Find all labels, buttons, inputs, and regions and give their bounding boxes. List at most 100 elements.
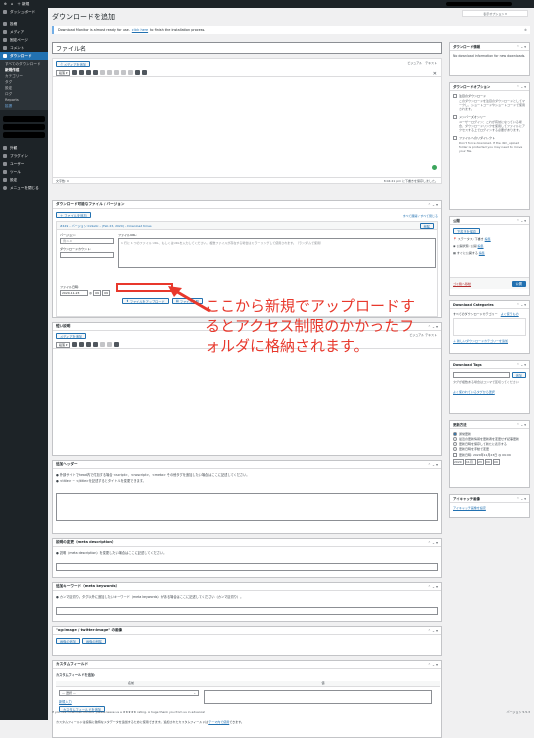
grammarly-icon[interactable] [432,165,437,170]
date-input[interactable]: 2020-11-23 [60,290,88,296]
publish-button[interactable]: 公開 [511,280,526,287]
update-hour[interactable]: 09 [485,459,492,465]
box-controls[interactable]: ⌃ ⌄ ▾ [516,85,526,89]
collapse-menu[interactable]: メニューを閉じる [0,184,48,192]
sidebar-item-pages[interactable]: 固定ページ [0,36,48,44]
tab-most-used[interactable]: よく使うもの [501,312,519,316]
list-icon[interactable] [86,342,92,347]
box-controls[interactable]: ⌃ ⌄ ▾ [428,203,438,207]
choose-tags-link[interactable]: よく使われているタグから選択 [453,390,526,394]
close-icon[interactable]: ⊗ [524,28,527,32]
custom-field-value[interactable] [204,690,432,704]
notice-link[interactable]: click here [132,28,148,32]
sidebar-item-tools[interactable]: ツール [0,168,48,176]
italic-icon[interactable] [79,342,85,347]
file-url-textarea[interactable]: 1 行に 1 つのファイル URL、もしくはURLを入力してください。複数ファイ… [118,238,436,268]
box-controls[interactable]: ⌃ ⌄ ▾ [516,45,526,49]
align-icon[interactable] [107,70,113,75]
tag-input[interactable] [453,372,510,378]
update-day[interactable]: 23 [477,459,484,465]
add-media-button[interactable]: ♫ メディアを追加 [56,61,90,67]
box-controls[interactable]: ⌃ ⌄ ▾ [428,629,438,633]
trash-link[interactable]: ゴミ箱へ移動 [453,282,471,286]
more-icon[interactable] [121,70,127,75]
save-draft-button[interactable]: 下書きを保存 [453,228,481,234]
box-controls[interactable]: ⌃ ⌄ ▾ [428,325,438,329]
minute-input[interactable]: 09 [102,290,110,296]
update-month[interactable]: 11月 [465,459,476,465]
wp-logo-icon[interactable]: ⊕ [4,2,7,6]
italic-icon[interactable] [79,70,85,75]
submenu-extensions[interactable]: 拡張 [0,103,48,109]
sidebar-item-posts[interactable]: 投稿 [0,20,48,28]
add-tag-button[interactable]: 追加 [511,372,526,378]
update-year[interactable]: 2020 [453,459,464,465]
box-controls[interactable]: ⌃ ⌄ ▾ [516,363,526,367]
sidebar-item-dashboard[interactable]: ダッシュボード [0,8,48,16]
visibility-edit-link[interactable]: 編集 [478,244,484,248]
version-header[interactable]: #449 – バージョン 0x9a9c – (Feb 23, 2020) – D… [57,222,437,230]
sidebar-item-users[interactable]: ユーザー [0,160,48,168]
quote-icon[interactable] [100,342,106,347]
date-edit-link[interactable]: 編集 [479,251,485,255]
box-controls[interactable]: ⌃ ⌄ ▾ [428,663,438,667]
theme-usage-link[interactable]: テーマ内で使用 [208,720,229,724]
tab-all-categories[interactable]: すべてのダウンロードカテゴリー [453,312,498,316]
quote-icon[interactable] [100,70,106,75]
version-input[interactable]: 例:1.0 [60,238,114,244]
home-icon[interactable]: ⌂ [11,2,13,6]
remove-og-image-button[interactable]: 画像の削除 [81,638,106,644]
add-media-button-2[interactable]: メディアを追加 [56,333,87,339]
expand-collapse-link[interactable]: すべて展開 / すべて閉じる [403,214,438,218]
sidebar-item-downloads[interactable]: ダウンロード [0,52,48,60]
update-date-checkbox[interactable] [453,453,457,457]
redirect-checkbox[interactable] [453,136,457,140]
update-radio-manual[interactable] [453,447,457,451]
meta-keywords-input[interactable] [56,607,438,615]
box-controls[interactable]: ⌃ ⌄ ▾ [516,303,526,307]
fullscreen-icon[interactable]: ✕ [433,71,437,77]
upload-file-button[interactable]: ⬆ ファイルをアップロード [122,298,169,304]
custom-field-select[interactable]: — 選択 — ⌄ [59,690,199,696]
category-list[interactable] [453,318,526,336]
sidebar-item-plugins[interactable]: プラグイン [0,152,48,160]
title-field[interactable]: ファイル名 [52,42,442,54]
meta-description-input[interactable] [56,563,438,571]
featured-checkbox[interactable] [453,94,457,98]
table-icon[interactable] [135,70,141,75]
format-select-2[interactable]: 段落 ▾ [56,341,71,348]
box-controls[interactable]: ⌃ ⌄ ▾ [428,585,438,589]
ordered-list-icon[interactable] [93,70,99,75]
update-radio-keep-date[interactable] [453,442,457,446]
remove-version-button[interactable]: 削除 [419,223,434,229]
download-count-input[interactable] [60,252,114,258]
box-controls[interactable]: ⌃ ⌄ ▾ [428,463,438,467]
enter-new-link[interactable]: 新規入力 [59,699,72,704]
link-icon[interactable] [114,70,120,75]
header-textarea[interactable] [56,493,438,521]
add-og-image-button[interactable]: 画像の追加 [56,638,80,644]
ordered-list-icon[interactable] [93,342,99,347]
add-category-link[interactable]: ＋ 新しいダウンロードカテゴリーを追加 [453,339,526,343]
add-file-button[interactable]: ＋ ファイルを追加 [56,212,91,218]
update-radio-normal[interactable] [453,432,457,436]
hour-input[interactable]: 09 [93,290,101,296]
sidebar-item-settings[interactable]: 設定 [0,176,48,184]
format-select[interactable]: 段落 ▾ [56,69,71,76]
sidebar-item-media[interactable]: メディア [0,28,48,36]
update-minute[interactable]: 09 [493,459,500,465]
box-controls[interactable]: ⌃ ⌄ ▾ [516,423,526,427]
sidebar-item-comments[interactable]: コメント [0,44,48,52]
sidebar-item-appearance[interactable]: 外観 [0,144,48,152]
box-controls[interactable]: ⌃ ⌄ ▾ [428,541,438,545]
table-icon[interactable] [114,342,120,347]
set-featured-image-link[interactable]: アイキャッチ画像を設定 [453,506,486,510]
toolbar-toggle-icon[interactable] [128,70,134,75]
status-edit-link[interactable]: 編集 [485,237,491,241]
link-icon[interactable] [107,342,113,347]
list-icon[interactable] [86,70,92,75]
update-radio-no-author[interactable] [453,437,457,441]
members-only-checkbox[interactable] [453,115,457,119]
grid-icon[interactable] [142,70,148,75]
bold-icon[interactable] [72,342,78,347]
